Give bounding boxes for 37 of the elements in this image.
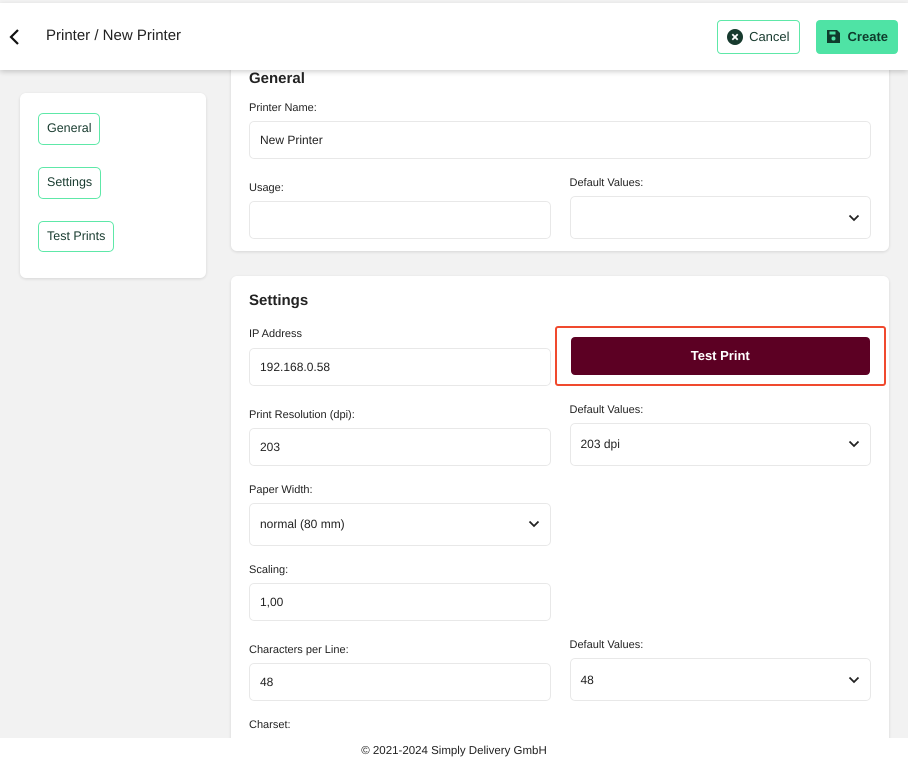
dropdown[interactable]: [570, 196, 871, 240]
breadcrumb: Printer / New Printer: [46, 26, 182, 46]
test-print-button[interactable]: Test Print: [570, 336, 870, 375]
sidebar-link[interactable]: General: [38, 113, 100, 145]
field-label: Paper Width:: [249, 484, 313, 497]
chevron-icon: [528, 520, 540, 528]
back-icon[interactable]: [8, 28, 22, 46]
field-label: Charset:: [249, 719, 291, 732]
field-label: Default Values:: [570, 639, 644, 652]
chevron-icon: [848, 440, 860, 448]
dropdown[interactable]: normal (80 mm): [249, 502, 550, 546]
field-label: Default Values:: [570, 177, 644, 190]
sidebar-link[interactable]: Settings: [38, 166, 102, 198]
dropdown[interactable]: 203 dpi: [570, 422, 871, 466]
chevron-icon: [848, 214, 860, 222]
close-icon: [727, 28, 744, 44]
field-label: Scaling:: [249, 564, 288, 578]
input-field[interactable]: 192.168.0.58: [249, 348, 550, 386]
section-heading: General: [249, 70, 306, 88]
field-label: Default Values:: [570, 404, 644, 417]
input-field[interactable]: 48: [249, 663, 550, 702]
dropdown[interactable]: 48: [570, 658, 871, 702]
field-label: IP Address: [249, 328, 302, 342]
input-field[interactable]: 1,00: [249, 583, 550, 622]
create-button[interactable]: Create: [816, 20, 898, 54]
field-label: Usage:: [249, 182, 284, 196]
input-field[interactable]: New Printer: [249, 121, 871, 160]
section-heading: Settings: [249, 292, 310, 310]
sidebar-link[interactable]: Test Prints: [38, 220, 114, 252]
copyright-text: © 2021-2024 Simply Delivery GmbH: [361, 744, 547, 760]
cancel-button[interactable]: Cancel: [717, 20, 800, 54]
field-label: Print Resolution (dpi):: [249, 408, 355, 422]
save-icon: [826, 29, 841, 44]
input-field[interactable]: 203: [249, 428, 550, 466]
field-label: Characters per Line:: [249, 644, 349, 658]
field-label: Printer Name:: [249, 102, 317, 116]
chevron-icon: [848, 676, 860, 684]
